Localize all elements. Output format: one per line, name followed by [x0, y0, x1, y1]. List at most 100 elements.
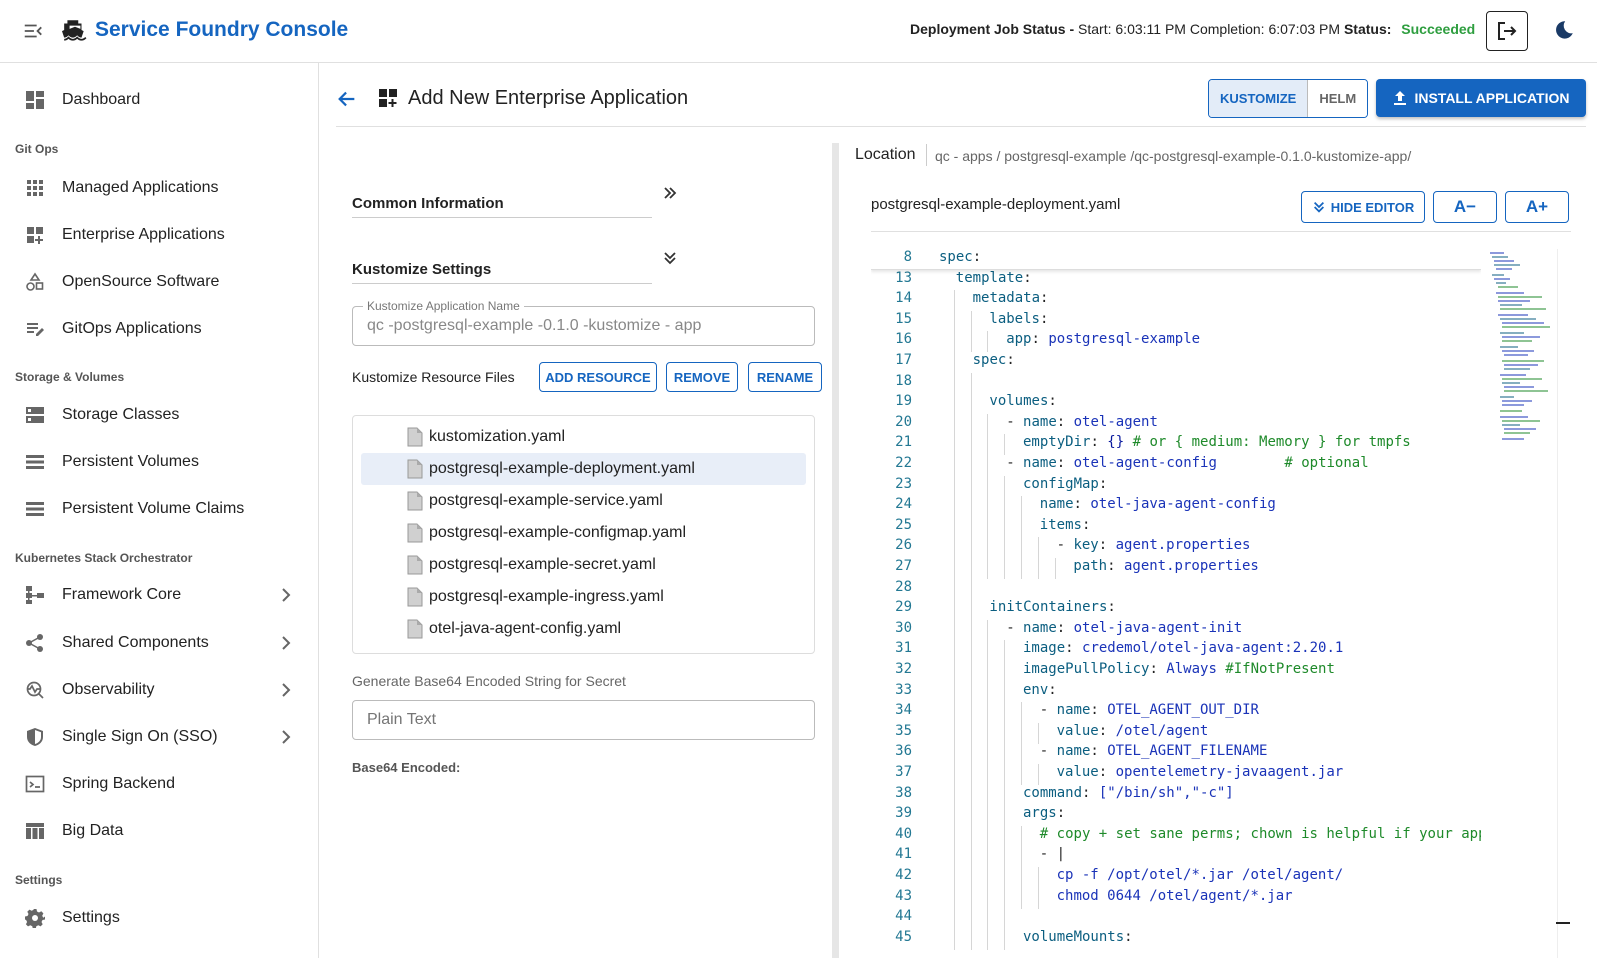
code-text: emptyDir: {} # or { medium: Memory } for…: [1023, 434, 1411, 451]
panel-resize-handle[interactable]: [832, 143, 839, 958]
indent-guide: [953, 372, 955, 394]
remove-button[interactable]: REMOVE: [666, 362, 738, 392]
sidebar-item-storage-classes[interactable]: Storage Classes: [0, 393, 318, 437]
page-header: Add New Enterprise Application KUSTOMIZE…: [336, 70, 1586, 127]
sidebar-item-big-data[interactable]: Big Data: [0, 809, 318, 853]
font-smaller-button[interactable]: A−: [1433, 191, 1497, 223]
sidebar-item-opensource-software[interactable]: OpenSource Software: [0, 260, 318, 304]
code-line[interactable]: 27 path: agent.properties: [871, 558, 1481, 579]
code-text: image: credemol/otel-java-agent:2.20.1: [1023, 640, 1344, 657]
kustomize-app-name-field[interactable]: Kustomize Application Name: [352, 299, 815, 346]
sidebar-item-settings[interactable]: Settings: [0, 896, 318, 940]
double-chevron-right-icon[interactable]: [662, 185, 678, 201]
code-line[interactable]: 18: [871, 372, 1481, 394]
file-item[interactable]: postgresql-example-ingress.yaml: [361, 581, 806, 613]
code-line[interactable]: 17 spec:: [871, 352, 1481, 373]
code-line[interactable]: 34 - name: OTEL_AGENT_OUT_DIR: [871, 702, 1481, 724]
sidebar-item-persistent-volumes[interactable]: Persistent Volumes: [0, 440, 318, 484]
code-line[interactable]: 13 template:: [871, 270, 1481, 291]
sidebar-item-shared-components[interactable]: Shared Components: [0, 621, 318, 665]
code-line[interactable]: 29 initContainers:: [871, 599, 1481, 621]
storage-icon: [24, 404, 46, 426]
file-item[interactable]: postgresql-example-secret.yaml: [361, 549, 806, 581]
indent-guide: [953, 393, 955, 415]
double-chevron-down-icon[interactable]: [662, 250, 678, 266]
code-line[interactable]: 16 app: postgresql-example: [871, 331, 1481, 353]
gear-icon: [24, 907, 46, 929]
code-line[interactable]: 42 cp -f /opt/otel/*.jar /otel/agent/: [871, 867, 1481, 888]
code-line[interactable]: 37 value: opentelemetry-javaagent.jar: [871, 764, 1481, 785]
code-line[interactable]: 26 - key: agent.properties: [871, 537, 1481, 559]
edit-note-icon: [24, 318, 46, 340]
kustomize-settings-header[interactable]: Kustomize Settings: [352, 261, 652, 284]
code-line[interactable]: 19 volumes:: [871, 393, 1481, 415]
editor-scrollbar[interactable]: [1557, 249, 1571, 958]
code-line[interactable]: 39 args:: [871, 805, 1481, 827]
indent-guide: [953, 496, 955, 518]
code-line[interactable]: 33 env:: [871, 681, 1481, 703]
code-line[interactable]: 21 emptyDir: {} # or { medium: Memory } f…: [871, 434, 1481, 456]
indent-guide: [987, 434, 989, 456]
sidebar-item-framework-core[interactable]: Framework Core: [0, 573, 318, 617]
code-line[interactable]: 41 - |: [871, 846, 1481, 868]
code-line[interactable]: 28: [871, 578, 1481, 600]
common-information-header[interactable]: Common Information: [352, 195, 652, 218]
code-line[interactable]: 20 - name: otel-agent: [871, 413, 1481, 435]
menu-collapse-icon[interactable]: [22, 20, 44, 42]
sidebar-item-persistent-volume-claims[interactable]: Persistent Volume Claims: [0, 487, 318, 531]
file-item[interactable]: postgresql-example-configmap.yaml: [361, 517, 806, 549]
indent-guide: [1021, 722, 1022, 744]
code-text: path: agent.properties: [1073, 558, 1259, 574]
code-line[interactable]: 22 - name: otel-agent-config # optional: [871, 455, 1481, 476]
code-line[interactable]: 40 # copy + set sane perms; chown is help…: [871, 825, 1481, 847]
plain-text-input[interactable]: [352, 700, 815, 740]
hide-editor-button[interactable]: HIDE EDITOR: [1301, 191, 1425, 223]
logout-button[interactable]: [1486, 11, 1528, 51]
code-line-sticky[interactable]: 8 spec:: [871, 249, 1481, 270]
code-line[interactable]: 15 labels:: [871, 310, 1481, 332]
toggle-kustomize[interactable]: KUSTOMIZE: [1209, 80, 1308, 117]
code-line[interactable]: 30 - name: otel-java-agent-init: [871, 619, 1481, 641]
dark-mode-icon[interactable]: [1550, 18, 1576, 44]
back-arrow-icon[interactable]: [336, 88, 358, 110]
code-minimap[interactable]: [1484, 249, 1556, 449]
file-item[interactable]: kustomization.yaml: [361, 421, 806, 453]
code-line[interactable]: 25 items:: [871, 516, 1481, 538]
line-number: 41: [895, 846, 912, 863]
install-application-button[interactable]: INSTALL APPLICATION: [1376, 79, 1586, 117]
indent-guide: [987, 475, 989, 497]
app-title[interactable]: Service Foundry Console: [95, 18, 348, 42]
line-number: 17: [895, 352, 912, 368]
code-line[interactable]: 35 value: /otel/agent: [871, 722, 1481, 744]
code-line[interactable]: 45 volumeMounts:: [871, 928, 1481, 950]
code-line[interactable]: 44: [871, 908, 1481, 930]
code-line[interactable]: 23 configMap:: [871, 475, 1481, 497]
indent-guide: [970, 846, 972, 868]
widgets-add-icon: [378, 88, 398, 108]
code-line[interactable]: 43 chmod 0644 /otel/agent/*.jar: [871, 887, 1481, 909]
sidebar-item-managed-applications[interactable]: Managed Applications: [0, 166, 318, 210]
code-line[interactable]: 24 name: otel-java-agent-config: [871, 496, 1481, 518]
add-resource-button[interactable]: ADD RESOURCE: [539, 362, 657, 392]
kustomize-app-name-input[interactable]: [367, 317, 797, 335]
code-editor[interactable]: 8 spec: 13 template: 14 metadata: 15 labels: 16 a…: [871, 249, 1481, 958]
file-item-selected[interactable]: postgresql-example-deployment.yaml: [361, 453, 806, 485]
sidebar-item-sso[interactable]: Single Sign On (SSO): [0, 715, 318, 759]
indent-guide: [1037, 867, 1039, 888]
sidebar-item-observability[interactable]: Observability: [0, 668, 318, 712]
code-line[interactable]: 31 image: credemol/otel-java-agent:2.20.1: [871, 640, 1481, 662]
code-line[interactable]: 36 - name: OTEL_AGENT_FILENAME: [871, 743, 1481, 765]
file-item[interactable]: otel-java-agent-config.yaml: [361, 613, 806, 645]
toggle-helm[interactable]: HELM: [1307, 80, 1368, 117]
sidebar-item-enterprise-applications[interactable]: Enterprise Applications: [0, 213, 318, 257]
font-larger-button[interactable]: A+: [1505, 191, 1569, 223]
file-item[interactable]: postgresql-example-service.yaml: [361, 485, 806, 517]
sidebar-item-gitops-applications[interactable]: GitOps Applications: [0, 307, 318, 351]
code-line[interactable]: 38 command: ["/bin/sh","-c"]: [871, 784, 1481, 806]
code-line[interactable]: 32 imagePullPolicy: Always #IfNotPresent: [871, 661, 1481, 682]
sidebar-item-spring-backend[interactable]: Spring Backend: [0, 762, 318, 806]
rename-button[interactable]: RENAME: [748, 362, 822, 392]
code-line[interactable]: 14 metadata:: [871, 290, 1481, 312]
indent-guide: [1021, 764, 1022, 785]
sidebar-item-dashboard[interactable]: Dashboard: [0, 78, 318, 122]
